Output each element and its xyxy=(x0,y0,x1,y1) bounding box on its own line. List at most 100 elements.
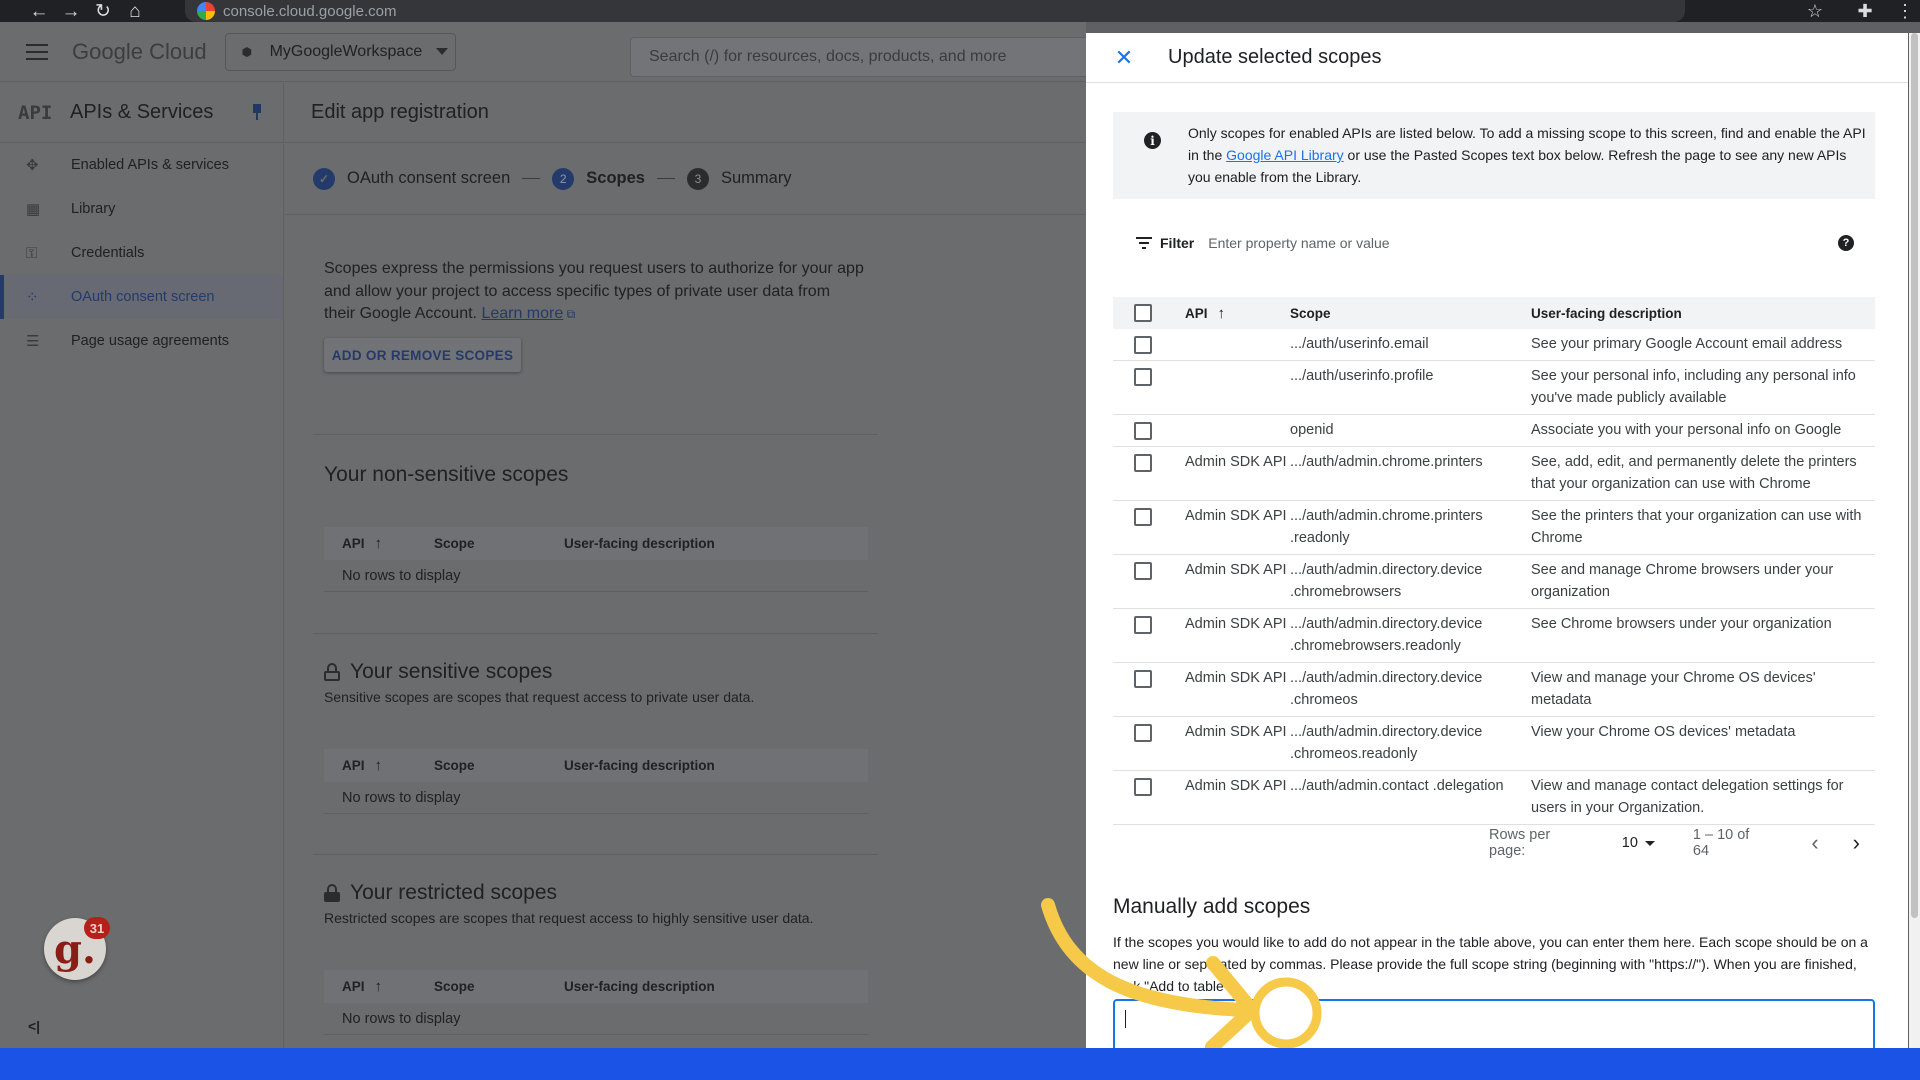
row-checkbox[interactable] xyxy=(1134,562,1152,580)
table-row[interactable]: openid Associate you with your personal i… xyxy=(1113,415,1875,447)
row-checkbox[interactable] xyxy=(1134,422,1152,440)
star-icon[interactable]: ☆ xyxy=(1790,1,1840,22)
restricted-title-row: Your restricted scopes xyxy=(324,881,557,905)
scrollbar-thumb[interactable] xyxy=(1911,33,1918,918)
sort-arrow-icon[interactable]: ↑ xyxy=(375,757,383,774)
empty-row: No rows to display xyxy=(324,560,868,592)
row-scope: openid xyxy=(1290,422,1334,438)
row-checkbox[interactable] xyxy=(1134,616,1152,634)
row-checkbox[interactable] xyxy=(1134,336,1152,354)
row-api: Admin SDK API xyxy=(1185,670,1287,686)
more-icon[interactable]: ⋮ xyxy=(1890,1,1920,22)
learn-more-link[interactable]: Learn more xyxy=(481,305,563,322)
filter-bar[interactable]: Filter Enter property name or value ? xyxy=(1113,229,1875,257)
step-summary[interactable]: Summary xyxy=(721,169,792,188)
filter-input[interactable]: Enter property name or value xyxy=(1208,235,1389,251)
pagination: Rows per page: 10 1 – 10 of 64 ‹ › xyxy=(1113,823,1875,863)
col-scope: Scope xyxy=(434,979,475,994)
page-title: Edit app registration xyxy=(285,83,1085,143)
row-api: Admin SDK API xyxy=(1185,454,1287,470)
row-checkbox[interactable] xyxy=(1134,454,1152,472)
sidebar-item-page-usage[interactable]: ☰ Page usage agreements xyxy=(0,319,283,363)
close-icon[interactable]: ✕ xyxy=(1110,45,1138,71)
col-api[interactable]: API xyxy=(1185,306,1208,321)
manual-scopes-textarea[interactable] xyxy=(1113,999,1875,1048)
google-cloud-logo[interactable]: Google Cloud xyxy=(72,39,207,65)
panel-scrollbar[interactable] xyxy=(1909,33,1920,1048)
info-text: Only scopes for enabled APIs are listed … xyxy=(1188,122,1868,188)
agreements-icon: ☰ xyxy=(26,333,40,350)
row-desc: View and manage your Chrome OS devices' … xyxy=(1531,670,1816,708)
table-row[interactable]: Admin SDK API .../auth/admin.directory.de… xyxy=(1113,717,1875,771)
panel-header: ✕ Update selected scopes xyxy=(1086,33,1908,83)
row-desc: See and manage Chrome browsers under you… xyxy=(1531,562,1834,600)
sort-arrow-icon[interactable]: ↑ xyxy=(375,978,383,995)
sidebar-item-credentials[interactable]: ⚿ Credentials xyxy=(0,231,283,275)
previous-page-icon[interactable]: ‹ xyxy=(1796,830,1833,856)
table-row[interactable]: Admin SDK API .../auth/admin.chrome.print… xyxy=(1113,501,1875,555)
add-remove-scopes-button[interactable]: ADD OR REMOVE SCOPES xyxy=(324,338,521,372)
table-row[interactable]: .../auth/userinfo.profile See your person… xyxy=(1113,361,1875,415)
sidebar-item-enabled-apis[interactable]: ✥ Enabled APIs & services xyxy=(0,143,283,187)
rows-per-page-select[interactable]: 10 xyxy=(1622,835,1655,851)
table-row[interactable]: Admin SDK API .../auth/admin.contact .del… xyxy=(1113,771,1875,825)
row-scope: .../auth/admin.directory.device .chromeo… xyxy=(1290,670,1483,708)
pin-icon[interactable] xyxy=(251,104,263,120)
sidebar-item-label: Page usage agreements xyxy=(71,333,229,349)
sidebar-item-oauth-consent[interactable]: ⁘ OAuth consent screen xyxy=(0,275,283,319)
table-row[interactable]: Admin SDK API .../auth/admin.chrome.print… xyxy=(1113,447,1875,501)
collapse-sidebar-icon[interactable]: <| xyxy=(28,1018,40,1034)
select-all-checkbox[interactable] xyxy=(1134,304,1152,322)
sidebar-item-label: Credentials xyxy=(71,245,145,261)
row-checkbox[interactable] xyxy=(1134,508,1152,526)
sort-arrow-icon[interactable]: ↑ xyxy=(1218,305,1226,322)
row-desc: See the printers that your organization … xyxy=(1531,508,1862,546)
library-icon: ▦ xyxy=(26,201,41,218)
back-icon[interactable]: ← xyxy=(23,0,55,22)
sidebar-item-library[interactable]: ▦ Library xyxy=(0,187,283,231)
step-scopes[interactable]: Scopes xyxy=(586,169,645,188)
sort-arrow-icon[interactable]: ↑ xyxy=(375,535,383,552)
row-desc: View your Chrome OS devices' metadata xyxy=(1531,724,1796,740)
sidebar: API APIs & Services ✥ Enabled APIs & ser… xyxy=(0,83,284,1048)
filter-icon xyxy=(1136,237,1152,249)
row-checkbox[interactable] xyxy=(1134,368,1152,386)
table-row[interactable]: Admin SDK API .../auth/admin.directory.de… xyxy=(1113,609,1875,663)
sidebar-item-label: Library xyxy=(71,201,116,217)
notification-badge: 31 xyxy=(84,917,110,939)
help-icon[interactable]: ? xyxy=(1838,235,1854,251)
search-input[interactable]: Search (/) for resources, docs, products… xyxy=(630,37,1100,77)
col-api[interactable]: API xyxy=(342,758,365,773)
rows-per-page-label: Rows per page: xyxy=(1489,827,1551,859)
menu-icon[interactable] xyxy=(26,43,48,60)
col-scope: Scope xyxy=(1290,305,1331,321)
empty-row: No rows to display xyxy=(324,1003,868,1035)
col-api[interactable]: API xyxy=(342,979,365,994)
bottom-bar xyxy=(0,1048,1920,1080)
check-icon: ✓ xyxy=(313,167,335,190)
row-checkbox[interactable] xyxy=(1134,724,1152,742)
forward-icon[interactable]: → xyxy=(55,0,87,22)
row-scope: .../auth/admin.chrome.printers xyxy=(1290,454,1483,470)
row-checkbox[interactable] xyxy=(1134,778,1152,796)
api-library-link[interactable]: Google API Library xyxy=(1226,147,1344,163)
project-picker[interactable]: ⬢ MyGoogleWorkspace xyxy=(224,32,456,71)
col-scope: Scope xyxy=(434,758,475,773)
table-row[interactable]: .../auth/userinfo.email See your primary … xyxy=(1113,329,1875,361)
home-icon[interactable]: ⌂ xyxy=(119,0,151,22)
text-cursor xyxy=(1125,1010,1126,1028)
table-row[interactable]: Admin SDK API .../auth/admin.directory.de… xyxy=(1113,663,1875,717)
address-bar[interactable]: console.cloud.google.com xyxy=(185,0,1685,22)
step-divider xyxy=(656,178,675,179)
extensions-icon[interactable]: ✚ xyxy=(1840,1,1890,22)
empty-row: No rows to display xyxy=(324,782,868,814)
col-api[interactable]: API xyxy=(342,536,365,551)
table-row[interactable]: Admin SDK API .../auth/admin.directory.de… xyxy=(1113,555,1875,609)
row-checkbox[interactable] xyxy=(1134,670,1152,688)
row-api: Admin SDK API xyxy=(1185,616,1287,632)
sidebar-title: APIs & Services xyxy=(70,101,214,123)
next-page-icon[interactable]: › xyxy=(1838,830,1875,856)
divider xyxy=(313,854,878,855)
reload-icon[interactable]: ↻ xyxy=(87,0,119,22)
step-oauth[interactable]: OAuth consent screen xyxy=(347,169,510,188)
